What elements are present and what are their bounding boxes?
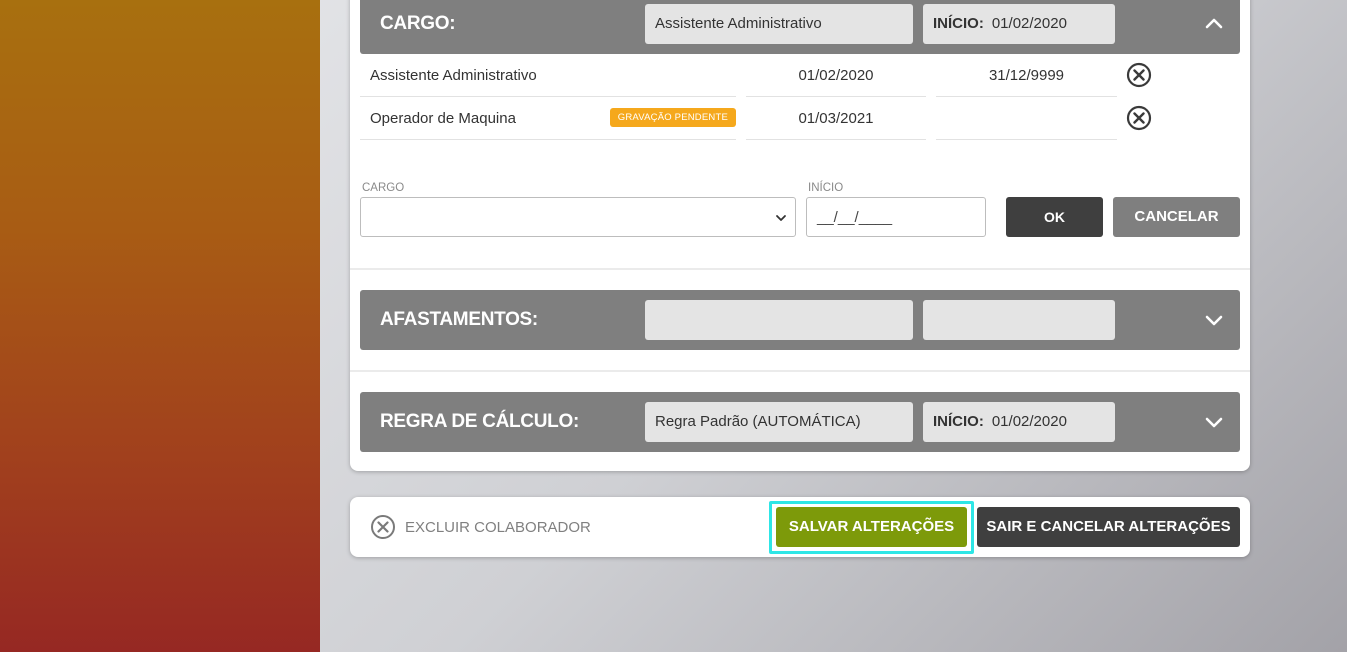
chevron-down-icon[interactable] — [1204, 412, 1224, 432]
side-background-strip — [0, 0, 320, 652]
cargo-section-title: CARGO: — [380, 13, 456, 34]
regra-start-value: 01/02/2020 — [991, 413, 1067, 430]
save-changes-button[interactable]: SALVAR ALTERAÇÕES — [776, 507, 967, 547]
cargo-row-name-text: Assistente Administrativo — [370, 67, 537, 84]
remove-row-icon[interactable] — [1126, 62, 1152, 88]
regra-current-start: INÍCIO: 01/02/2020 — [923, 402, 1115, 442]
afastamentos-current-start — [923, 300, 1115, 340]
cargo-start-value: 01/02/2020 — [991, 15, 1067, 32]
cargo-current-start: INÍCIO: 01/02/2020 — [923, 4, 1115, 44]
cargo-row-name-text: Operador de Maquina — [370, 110, 516, 127]
delete-employee-label: EXCLUIR COLABORADOR — [405, 518, 591, 536]
cargo-row-end: 31/12/9999 — [936, 54, 1117, 97]
afastamentos-section-header[interactable]: AFASTAMENTOS: — [360, 290, 1240, 350]
cargo-current-name: Assistente Administrativo — [645, 4, 913, 44]
cargo-select[interactable] — [360, 197, 796, 237]
cargo-row-end — [936, 97, 1117, 140]
cargo-start-label: INÍCIO: — [933, 15, 984, 32]
exit-cancel-changes-button[interactable]: SAIR E CANCELAR ALTERAÇÕES — [977, 507, 1240, 547]
regra-current-name: Regra Padrão (AUTOMÁTICA) — [645, 402, 913, 442]
section-divider — [350, 370, 1250, 372]
chevron-down-icon[interactable] — [1204, 310, 1224, 330]
delete-employee-button[interactable]: EXCLUIR COLABORADOR — [370, 514, 591, 540]
cargo-row-start: 01/02/2020 — [746, 54, 926, 97]
cargo-row-name: Assistente Administrativo — [360, 54, 736, 97]
chevron-up-icon[interactable] — [1204, 14, 1224, 34]
regra-calculo-section-title: REGRA DE CÁLCULO: — [380, 411, 579, 432]
inicio-date-input[interactable]: __/__/____ — [806, 197, 986, 237]
cargo-section-header[interactable]: CARGO: Assistente Administrativo INÍCIO:… — [360, 0, 1240, 54]
cargo-field-label: CARGO — [362, 182, 405, 194]
section-divider — [350, 268, 1250, 270]
inicio-field-label: INÍCIO — [808, 182, 844, 194]
cargo-row-name: Operador de Maquina GRAVAÇÃO PENDENTE — [360, 97, 736, 140]
afastamentos-section-title: AFASTAMENTOS: — [380, 309, 538, 330]
cancel-button[interactable]: CANCELAR — [1113, 197, 1240, 237]
regra-calculo-section-header[interactable]: REGRA DE CÁLCULO: Regra Padrão (AUTOMÁTI… — [360, 392, 1240, 452]
close-circle-icon — [371, 515, 395, 539]
cargo-row-start: 01/03/2021 — [746, 97, 926, 140]
regra-start-label: INÍCIO: — [933, 413, 984, 430]
remove-row-icon[interactable] — [1126, 105, 1152, 131]
chevron-down-icon — [776, 215, 786, 221]
ok-button[interactable]: OK — [1006, 197, 1103, 237]
footer-action-bar: EXCLUIR COLABORADOR SALVAR ALTERAÇÕES SA… — [350, 497, 1250, 557]
employee-details-card: CARGO: Assistente Administrativo INÍCIO:… — [350, 0, 1250, 471]
pending-save-badge: GRAVAÇÃO PENDENTE — [609, 108, 736, 127]
afastamentos-current-name — [645, 300, 913, 340]
